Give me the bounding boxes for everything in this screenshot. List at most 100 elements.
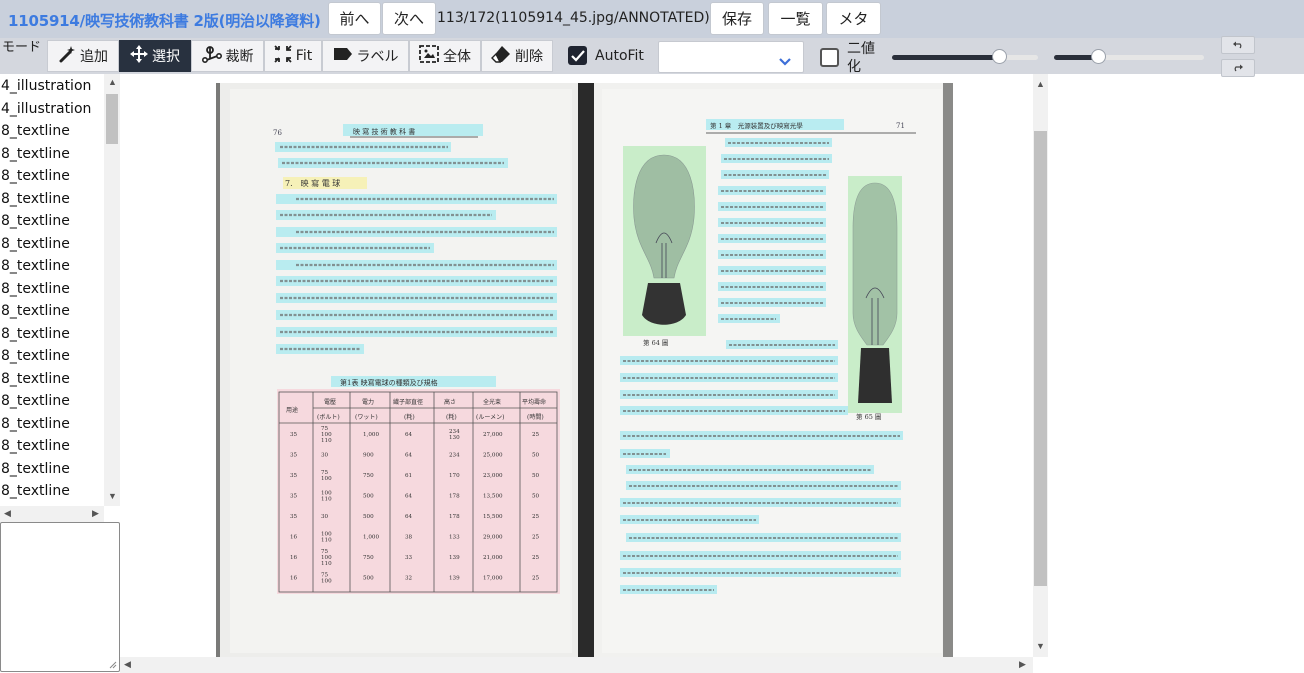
- undo-button[interactable]: [1221, 36, 1255, 54]
- annotation-list[interactable]: 4_illustration 4_illustration 8_textline…: [0, 74, 120, 506]
- list-item[interactable]: 8_textline: [0, 323, 104, 345]
- canvas-scrollbar-thumb[interactable]: [1034, 131, 1047, 586]
- table-cell: 110: [321, 561, 332, 567]
- table-cell: 50: [532, 473, 540, 479]
- list-item[interactable]: 8_textline: [0, 143, 104, 165]
- label-select[interactable]: [658, 41, 804, 73]
- table-cell: 38: [405, 535, 413, 541]
- table-header-cell: 繊子部直徑: [393, 398, 423, 406]
- next-page-button[interactable]: 次へ: [382, 2, 436, 35]
- select-tool-button[interactable]: 選択: [119, 40, 191, 72]
- table-cell: 29,000: [483, 535, 503, 541]
- scroll-up-arrow-icon[interactable]: ▲: [1036, 80, 1045, 89]
- delete-tool-button[interactable]: 削除: [481, 40, 553, 72]
- table-cell: 500: [363, 576, 374, 582]
- label-tool-label: ラベル: [356, 49, 399, 65]
- scanned-book-page[interactable]: 76 映 寫 技 術 教 科 書 7. 映 寫 電 球 第1表 映寫電球の種類及…: [216, 83, 953, 657]
- figure-64-caption: 第 64 圖: [643, 338, 668, 347]
- list-item[interactable]: 4_illustration: [0, 98, 104, 120]
- autofit-checkbox[interactable]: [568, 46, 587, 65]
- list-item[interactable]: 8_textline: [0, 413, 104, 435]
- right-page-number: 71: [896, 122, 905, 130]
- list-item[interactable]: 8_textline: [0, 458, 104, 480]
- table-cell: 170: [449, 473, 460, 479]
- scroll-right-arrow-icon[interactable]: ▶: [1019, 660, 1026, 669]
- list-item[interactable]: 8_textline: [0, 255, 104, 277]
- contrast-slider-thumb[interactable]: [1090, 49, 1106, 64]
- table-cell: 25: [532, 576, 540, 582]
- list-item[interactable]: 8_textline: [0, 233, 104, 255]
- table-cell: 35: [290, 432, 298, 438]
- threshold-slider-fill: [892, 55, 999, 60]
- resize-grip-icon[interactable]: [109, 661, 117, 669]
- list-item[interactable]: 8_textline: [0, 120, 104, 142]
- list-item[interactable]: 8_textline: [0, 165, 104, 187]
- page-info: 113/172(1105914_45.jpg/ANNOTATED): [437, 10, 710, 26]
- table-cell: 750: [363, 555, 374, 561]
- list-item[interactable]: 8_textline: [0, 345, 104, 367]
- binarize-toggle[interactable]: 二値化: [820, 40, 881, 76]
- list-item[interactable]: 8_textline: [0, 300, 104, 322]
- table-cell: 110: [321, 497, 332, 503]
- list-item[interactable]: 8_textline: [0, 188, 104, 210]
- table-cell: 21,000: [483, 555, 503, 561]
- save-button[interactable]: 保存: [710, 2, 764, 35]
- contrast-slider[interactable]: [1054, 49, 1204, 64]
- annotation-canvas[interactable]: 76 映 寫 技 術 教 科 書 7. 映 寫 電 球 第1表 映寫電球の種類及…: [120, 74, 1033, 657]
- prev-page-button[interactable]: 前へ: [328, 2, 381, 35]
- table-cell: 35: [290, 453, 298, 459]
- table-cell: 13,500: [483, 494, 503, 500]
- table-cell: 16: [290, 555, 298, 561]
- scroll-down-arrow-icon[interactable]: ▼: [1036, 642, 1045, 651]
- fit-tool-label: Fit: [295, 48, 313, 64]
- scroll-right-arrow-icon[interactable]: ▶: [92, 509, 99, 518]
- add-tool-button[interactable]: 追加: [47, 40, 119, 72]
- select-all-tool-button[interactable]: 全体: [409, 40, 481, 72]
- table-cell: 178: [449, 514, 460, 520]
- threshold-slider-thumb[interactable]: [991, 49, 1007, 64]
- list-item[interactable]: 8_textline: [0, 368, 104, 390]
- select-all-tool-label: 全体: [443, 49, 471, 65]
- split-tool-button[interactable]: 裁断: [191, 40, 264, 72]
- chevron-down-icon: [779, 53, 791, 71]
- autofit-toggle[interactable]: AutoFit: [568, 46, 644, 65]
- scroll-down-arrow-icon[interactable]: ▼: [108, 492, 117, 501]
- scroll-left-arrow-icon[interactable]: ◀: [4, 509, 11, 518]
- list-item[interactable]: 8_textline: [0, 435, 104, 457]
- table-cell: 139: [449, 555, 460, 561]
- label-tool-button[interactable]: ラベル: [322, 40, 409, 72]
- top-bar: 1105914/映写技術教科書 2版(明治以降資料) 前へ 次へ 113/172…: [0, 0, 1304, 38]
- list-item[interactable]: 4_illustration: [0, 75, 104, 97]
- table-unit-cell: (粍): [446, 413, 457, 421]
- list-horizontal-scrollbar[interactable]: ◀ ▶: [0, 506, 104, 522]
- table-cell: 64: [405, 514, 413, 520]
- table-cell: 35: [290, 473, 298, 479]
- fit-icon: [274, 45, 292, 67]
- canvas-vertical-scrollbar[interactable]: ▲ ▼: [1033, 74, 1048, 657]
- list-item[interactable]: 8_textline: [0, 278, 104, 300]
- threshold-slider[interactable]: [892, 49, 1038, 64]
- canvas-horizontal-scrollbar[interactable]: ◀ ▶: [120, 657, 1033, 673]
- undo-icon: [1232, 36, 1244, 54]
- list-scrollbar-thumb[interactable]: [106, 94, 118, 144]
- list-button[interactable]: 一覧: [768, 2, 823, 35]
- list-item[interactable]: 8_textline: [0, 210, 104, 232]
- redo-button[interactable]: [1221, 59, 1255, 77]
- meta-button[interactable]: メタ: [826, 2, 881, 35]
- table-cell: 25: [532, 514, 540, 520]
- note-textarea[interactable]: [0, 522, 120, 672]
- list-scrollbar[interactable]: ▲ ▼: [104, 74, 120, 506]
- table-cell: 110: [321, 538, 332, 544]
- split-icon: [201, 45, 222, 67]
- list-item[interactable]: 8_textline: [0, 480, 104, 502]
- label-tag-icon: [333, 47, 353, 65]
- section-heading: 7. 映 寫 電 球: [285, 178, 340, 188]
- binarize-checkbox[interactable]: [820, 48, 839, 67]
- list-item[interactable]: 8_textline: [0, 390, 104, 412]
- fit-tool-button[interactable]: Fit: [264, 40, 322, 72]
- scroll-up-arrow-icon[interactable]: ▲: [108, 78, 117, 87]
- table-cell: 16: [290, 576, 298, 582]
- table-cell: 178: [449, 494, 460, 500]
- table-cell: 50: [532, 494, 540, 500]
- scroll-left-arrow-icon[interactable]: ◀: [124, 660, 131, 669]
